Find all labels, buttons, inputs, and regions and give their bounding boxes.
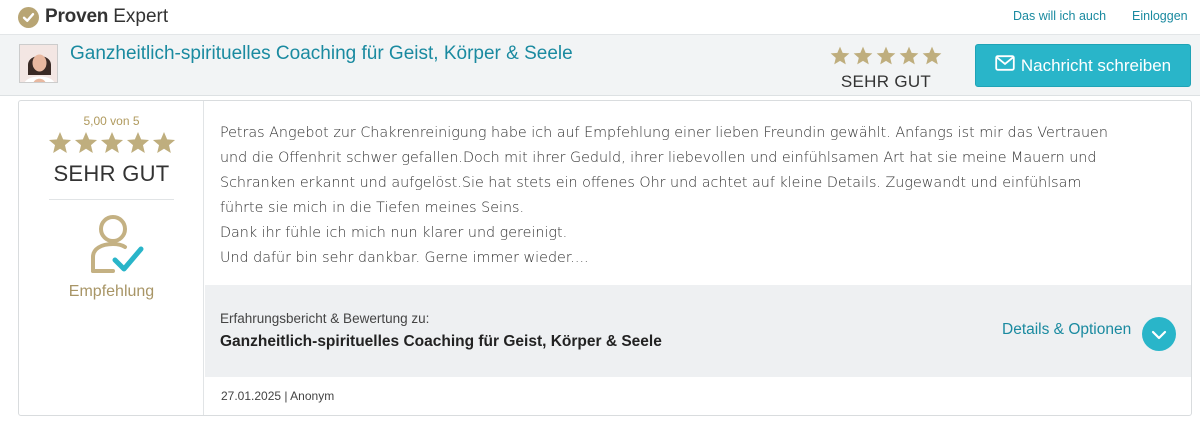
envelope-icon xyxy=(995,55,1015,76)
logo-text-light: Expert xyxy=(113,6,169,27)
chevron-down-icon xyxy=(1151,325,1167,344)
star-icon xyxy=(151,130,177,160)
star-icon xyxy=(47,130,73,160)
review-card: 5,00 von 5 SEHR GUT Empfehlung Petras An… xyxy=(18,100,1192,416)
review-rating-panel: 5,00 von 5 SEHR GUT Empfehlung xyxy=(19,101,204,415)
star-icon xyxy=(829,45,851,71)
review-stars xyxy=(47,130,177,160)
profile-header: Ganzheitlich-spirituelles Coaching für G… xyxy=(0,34,1200,96)
star-icon xyxy=(73,130,99,160)
star-icon xyxy=(99,130,125,160)
recommendation-label: Empfehlung xyxy=(68,283,155,300)
review-text: Petras Angebot zur Chakrenreinigung habe… xyxy=(220,121,1175,271)
review-details-panel: Erfahrungsbericht & Bewertung zu: Ganzhe… xyxy=(205,285,1191,377)
divider xyxy=(49,199,174,200)
write-message-button[interactable]: Nachricht schreiben xyxy=(975,44,1191,87)
star-icon xyxy=(921,45,943,71)
details-options-link[interactable]: Details & Optionen xyxy=(1002,321,1131,339)
star-icon xyxy=(898,45,920,71)
profile-title[interactable]: Ganzheitlich-spirituelles Coaching für G… xyxy=(70,43,573,65)
review-text-line: und die Offenhrit schwer gefallen.Doch m… xyxy=(220,150,1097,166)
review-text-line: Schranken erkannt und aufgelöst.Sie hat … xyxy=(220,175,1082,191)
star-icon xyxy=(125,130,151,160)
person-check-icon xyxy=(87,211,147,279)
review-date-author: 27.01.2025 | Anonym xyxy=(221,389,335,403)
header-rating: SEHR GUT xyxy=(826,45,946,92)
review-rating-label: SEHR GUT xyxy=(53,161,170,186)
details-toggle-button[interactable] xyxy=(1142,317,1176,351)
proven-expert-logo[interactable]: Proven Expert xyxy=(18,5,168,29)
avatar[interactable] xyxy=(19,44,58,83)
star-icon xyxy=(852,45,874,71)
want-this-too-link[interactable]: Das will ich auch xyxy=(1013,9,1106,23)
login-link[interactable]: Einloggen xyxy=(1132,9,1188,23)
details-subject: Ganzheitlich-spirituelles Coaching für G… xyxy=(220,333,662,350)
logo-text-strong: Proven xyxy=(45,6,109,27)
star-icon xyxy=(875,45,897,71)
header-rating-label: SEHR GUT xyxy=(840,72,932,91)
check-circle-icon xyxy=(18,6,39,28)
write-message-label: Nachricht schreiben xyxy=(1020,55,1172,75)
header-stars xyxy=(826,45,946,71)
top-bar: Proven Expert Das will ich auch Einlogge… xyxy=(0,0,1200,34)
review-text-line: Dank ihr fühle ich mich nun klarer und g… xyxy=(220,225,568,241)
review-text-line: Und dafür bin sehr dankbar. Gerne immer … xyxy=(220,250,589,266)
review-text-line: Petras Angebot zur Chakrenreinigung habe… xyxy=(220,125,1108,141)
score-label: 5,00 von 5 xyxy=(83,114,140,128)
details-caption: Erfahrungsbericht & Bewertung zu: xyxy=(220,311,430,326)
review-text-line: führte sie mich in die Tiefen meines Sei… xyxy=(220,200,525,216)
